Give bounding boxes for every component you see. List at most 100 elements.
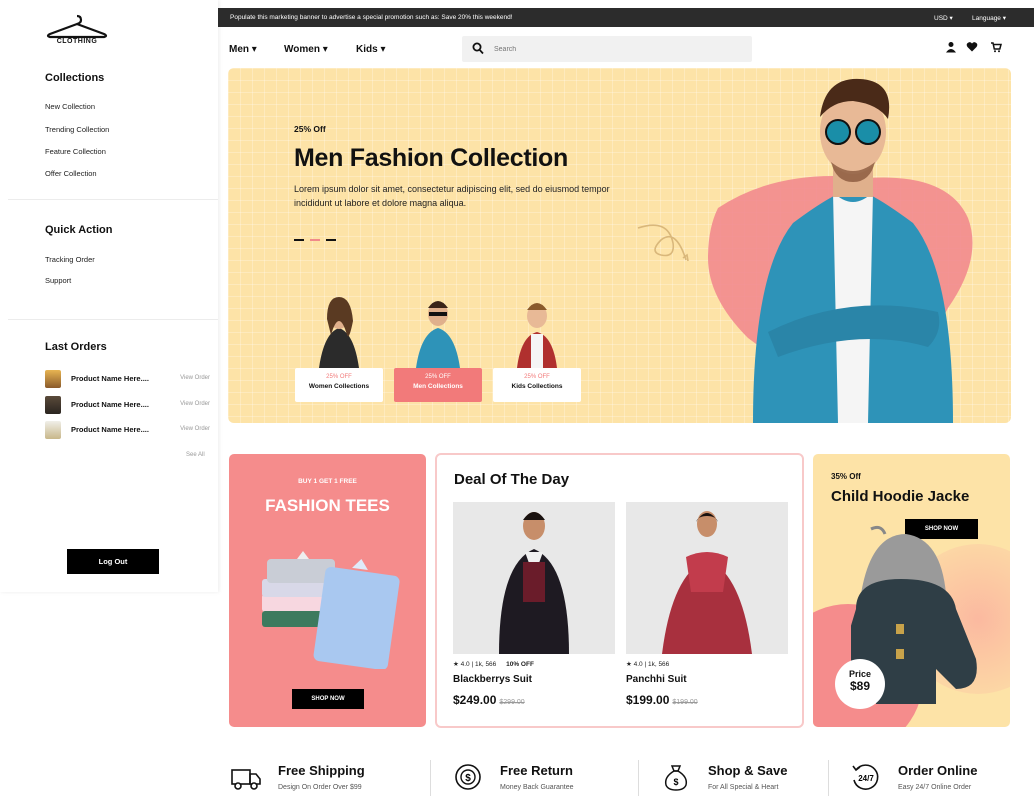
fashion-tees-promo[interactable]: BUY 1 GET 1 FREE FASHION TEES SHOP NOW [229, 454, 426, 727]
view-order-link[interactable]: View Order [180, 375, 210, 381]
promo-title: FASHION TEES [265, 496, 390, 515]
promo-subtitle: BUY 1 GET 1 FREE [298, 478, 357, 485]
men-collection-card[interactable]: 25% OFF Men Collections [394, 294, 482, 402]
feature-title: Free Shipping [278, 763, 365, 778]
price-old: $199.00 [672, 699, 698, 706]
truck-icon [231, 769, 261, 790]
promo-discount: 35% Off [831, 472, 861, 481]
feature-subtitle: For All Special & Heart [708, 784, 779, 791]
hanger-icon [46, 14, 108, 39]
category-name: Men Collections [413, 383, 463, 390]
swirl-arrow-icon [637, 224, 689, 262]
sidebar-item-feature-collection[interactable]: Feature Collection [45, 147, 106, 156]
sidebar-item-trending-collection[interactable]: Trending Collection [45, 125, 109, 134]
order-product-name: Product Name Here.... [71, 425, 149, 434]
clock-24-7-icon: 24/7 [852, 764, 879, 790]
language-select[interactable]: Language ▾ [972, 14, 1006, 22]
men-model-image [416, 301, 460, 368]
user-icon[interactable] [945, 41, 957, 53]
women-collection-card[interactable]: 25% OFF Women Collections [295, 294, 383, 402]
suit-model-image [499, 512, 569, 654]
svg-text:$: $ [673, 777, 678, 787]
deal-of-the-day: Deal Of The Day ★ 4.0 | 1k, 566 10% OFF … [435, 453, 804, 728]
order-product-name: Product Name Here.... [71, 374, 149, 383]
collections-title: Collections [45, 72, 105, 84]
marketing-banner: Populate this marketing banner to advert… [218, 8, 1034, 27]
kids-model-image [517, 303, 557, 368]
price-current: $199.00 [626, 693, 670, 707]
shop-now-button[interactable]: SHOP NOW [292, 689, 364, 709]
product-name[interactable]: Blackberrys Suit [453, 674, 532, 685]
carousel-dots[interactable] [294, 228, 342, 246]
promo-title: Child Hoodie Jacke [831, 488, 970, 505]
carousel-dot[interactable] [294, 239, 304, 241]
product-price: $249.00 $299.00 [453, 693, 525, 707]
nav-men[interactable]: Men ▾ [229, 44, 257, 55]
feature-title: Shop & Save [708, 763, 788, 778]
feature-subtitle: Design On Order Over $99 [278, 784, 362, 791]
sidebar-item-new-collection[interactable]: New Collection [45, 102, 95, 111]
search-input[interactable] [494, 41, 744, 57]
svg-text:24/7: 24/7 [858, 774, 874, 783]
rating-text: ★ 4.0 | 1k, 566 [453, 661, 497, 668]
price-label: Price [848, 669, 872, 679]
search-icon [472, 42, 484, 55]
deal-title: Deal Of The Day [454, 471, 570, 488]
category-discount: 25% OFF [524, 374, 550, 380]
order-thumbnail [45, 396, 61, 414]
currency-select[interactable]: USD ▾ [934, 14, 953, 22]
carousel-dot[interactable] [310, 239, 320, 241]
divider [638, 760, 639, 796]
view-order-link[interactable]: View Order [180, 401, 210, 407]
product-discount: 10% OFF [506, 661, 534, 668]
feature-title: Order Online [898, 763, 978, 778]
search-bar[interactable] [462, 36, 752, 62]
quick-action-title: Quick Action [45, 224, 113, 236]
shirts-image [262, 551, 400, 669]
sidebar-item-tracking-order[interactable]: Tracking Order [45, 255, 95, 264]
order-row[interactable]: Product Name Here.... View Order [45, 421, 210, 439]
last-orders-title: Last Orders [45, 341, 107, 353]
divider [8, 199, 218, 200]
lehenga-model-image [662, 511, 752, 654]
category-label: 25% OFF Men Collections [394, 368, 482, 402]
nav-kids[interactable]: Kids ▾ [356, 44, 385, 55]
see-all-link[interactable]: See All [186, 452, 205, 458]
cart-icon[interactable] [990, 41, 1002, 53]
money-back-icon: $ [455, 764, 481, 790]
divider [828, 760, 829, 796]
women-model-image [319, 297, 359, 368]
svg-text:$: $ [465, 773, 471, 784]
product-rating: ★ 4.0 | 1k, 566 [626, 660, 669, 668]
product-image[interactable] [626, 502, 788, 654]
sidebar-item-offer-collection[interactable]: Offer Collection [45, 169, 97, 178]
feature-title: Free Return [500, 763, 573, 778]
order-thumbnail [45, 370, 61, 388]
sidebar-item-support[interactable]: Support [45, 276, 71, 285]
category-name: Kids Collections [511, 383, 563, 390]
hero-description: Lorem ipsum dolor sit amet, consectetur … [294, 184, 610, 208]
hero-title: Men Fashion Collection [294, 144, 568, 172]
nav-women[interactable]: Women ▾ [284, 44, 328, 55]
brand-logo[interactable]: CLOTHING [44, 12, 110, 52]
product-image[interactable] [453, 502, 615, 654]
sidebar: CLOTHING Collections New Collection Tren… [0, 0, 218, 592]
product-name[interactable]: Panchhi Suit [626, 674, 687, 685]
carousel-dot[interactable] [326, 239, 336, 241]
logout-button[interactable]: Log Out [67, 549, 159, 574]
price-badge: Price $89 [835, 659, 885, 709]
view-order-link[interactable]: View Order [180, 426, 210, 432]
child-hoodie-promo[interactable]: 35% Off Child Hoodie Jacke SHOP NOW Pric… [813, 454, 1010, 727]
money-bag-icon: $ [664, 765, 688, 791]
category-discount: 25% OFF [326, 374, 352, 380]
hero-discount: 25% Off [294, 124, 326, 134]
order-row[interactable]: Product Name Here.... View Order [45, 370, 210, 388]
heart-icon[interactable] [966, 41, 978, 53]
divider [8, 319, 218, 320]
price-current: $249.00 [453, 693, 497, 707]
category-discount: 25% OFF [425, 374, 451, 380]
order-row[interactable]: Product Name Here.... View Order [45, 396, 210, 414]
order-product-name: Product Name Here.... [71, 400, 149, 409]
kids-collection-card[interactable]: 25% OFF Kids Collections [493, 294, 581, 402]
price-old: $299.00 [499, 699, 525, 706]
